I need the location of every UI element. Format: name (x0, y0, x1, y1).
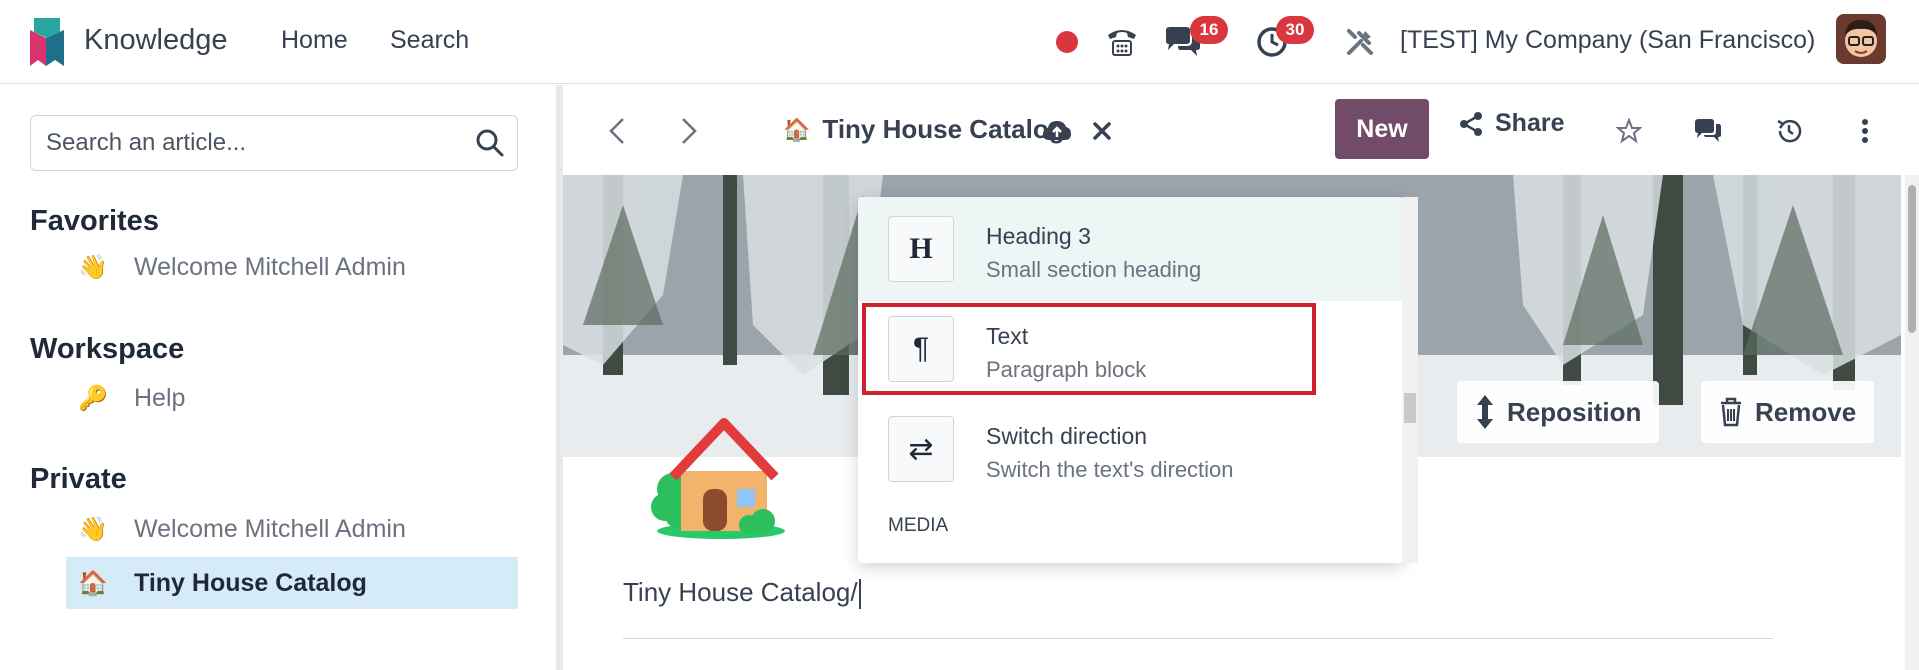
powerbox-item-description: Switch the text's direction (986, 457, 1234, 482)
discard-close-icon[interactable] (1087, 109, 1117, 153)
article-title-text: Tiny House Catalog (822, 114, 1065, 144)
powerbox-item-text[interactable]: ¶ Text Paragraph block (858, 301, 1403, 405)
debug-tools-icon[interactable] (1342, 22, 1378, 62)
sidebar-item-help[interactable]: 🔑 Help (66, 372, 185, 424)
chatter-icon[interactable] (1688, 109, 1728, 153)
history-icon[interactable] (1769, 109, 1809, 153)
sidebar-item-favorite-welcome[interactable]: 👋 Welcome Mitchell Admin (66, 241, 406, 293)
powerbox-item-title: Text (986, 323, 1029, 349)
article-divider (623, 638, 1773, 639)
sidebar-item-tiny-house-catalog[interactable]: 🏠 Tiny House Catalog (66, 557, 518, 609)
section-title-private: Private (30, 463, 127, 495)
knowledge-logo-icon (30, 16, 64, 66)
share-icon (1460, 111, 1482, 136)
waving-hand-icon: 👋 (78, 515, 108, 543)
reposition-cover-button[interactable]: Reposition (1457, 381, 1660, 443)
powerbox-scrollbar-thumb[interactable] (1404, 393, 1416, 423)
powerbox-item-description: Small section heading (986, 257, 1202, 282)
powerbox-scrollbar[interactable] (1402, 197, 1418, 563)
search-icon[interactable] (475, 128, 505, 163)
sidebar-item-label: Tiny House Catalog (134, 568, 367, 597)
remove-label: Remove (1755, 396, 1857, 427)
scrollbar-thumb[interactable] (1908, 185, 1916, 333)
article-title: 🏠 Tiny House Catalog (783, 114, 1065, 145)
reposition-label: Reposition (1507, 396, 1642, 427)
heading-icon: H (888, 216, 954, 282)
paragraph-icon: ¶ (888, 316, 954, 382)
app-brand[interactable]: Knowledge (30, 16, 228, 66)
article-toolbar: 🏠 Tiny House Catalog New Share (563, 85, 1919, 175)
sidebar-item-private-welcome[interactable]: 👋 Welcome Mitchell Admin (66, 503, 406, 555)
powerbox-command-menu: H Heading 3 Small section heading ¶ Text… (858, 197, 1403, 563)
remove-cover-button[interactable]: Remove (1701, 381, 1875, 443)
activities-badge: 30 (1276, 16, 1314, 44)
share-label: Share (1495, 109, 1565, 137)
share-button[interactable]: Share (1459, 109, 1564, 138)
switch-direction-icon: ⇄ (888, 416, 954, 482)
article-emoji-icon[interactable]: 🏠 (783, 117, 810, 143)
sidebar-resize-handle[interactable] (556, 85, 563, 670)
powerbox-category-label: MEDIA (888, 515, 949, 536)
new-article-button[interactable]: New (1335, 99, 1429, 159)
back-arrow-icon[interactable] (599, 109, 635, 153)
powerbox-item-title: Switch direction (986, 423, 1148, 449)
user-avatar[interactable] (1836, 14, 1886, 64)
phone-icon[interactable] (1102, 22, 1142, 62)
article-search-box[interactable] (30, 115, 518, 171)
vertical-arrows-icon (1477, 395, 1493, 429)
more-options-icon[interactable] (1853, 109, 1877, 153)
messages-badge: 16 (1190, 16, 1228, 44)
powerbox-item-heading-3[interactable]: H Heading 3 Small section heading (858, 197, 1403, 301)
text-cursor (858, 579, 861, 610)
powerbox-item-switch-direction[interactable]: ⇄ Switch direction Switch the text's dir… (858, 401, 1403, 505)
article-scrollbar[interactable] (1905, 175, 1919, 670)
key-icon: 🔑 (78, 384, 108, 412)
menu-home[interactable]: Home (281, 26, 348, 55)
top-navbar: Knowledge Home Search 16 30 [TEST] My Co… (0, 0, 1919, 84)
favorite-star-icon[interactable] (1609, 109, 1649, 153)
sidebar-item-label: Welcome Mitchell Admin (134, 514, 406, 543)
article-editor[interactable]: Tiny House Catalog/ (623, 577, 861, 610)
forward-arrow-icon[interactable] (671, 109, 707, 153)
knowledge-sidebar: Favorites 👋 Welcome Mitchell Admin Works… (0, 85, 556, 670)
house-icon: 🏠 (78, 569, 108, 597)
powerbox-item-title: Heading 3 (986, 223, 1091, 249)
section-title-workspace: Workspace (30, 333, 185, 365)
section-title-favorites: Favorites (30, 205, 159, 237)
article-search-input[interactable] (46, 129, 466, 157)
menu-search[interactable]: Search (390, 26, 469, 55)
editor-text[interactable]: Tiny House Catalog/ (623, 577, 858, 607)
powerbox-item-description: Paragraph block (986, 357, 1147, 382)
save-cloud-icon[interactable] (1039, 109, 1075, 153)
company-switcher[interactable]: [TEST] My Company (San Francisco) (1400, 26, 1815, 55)
waving-hand-icon: 👋 (78, 253, 108, 281)
sidebar-item-label: Help (134, 383, 186, 412)
recording-indicator-icon[interactable] (1052, 22, 1082, 62)
app-name: Knowledge (84, 23, 228, 56)
sidebar-item-label: Welcome Mitchell Admin (134, 252, 406, 281)
article-house-icon[interactable] (651, 411, 791, 544)
trash-icon (1721, 397, 1741, 427)
